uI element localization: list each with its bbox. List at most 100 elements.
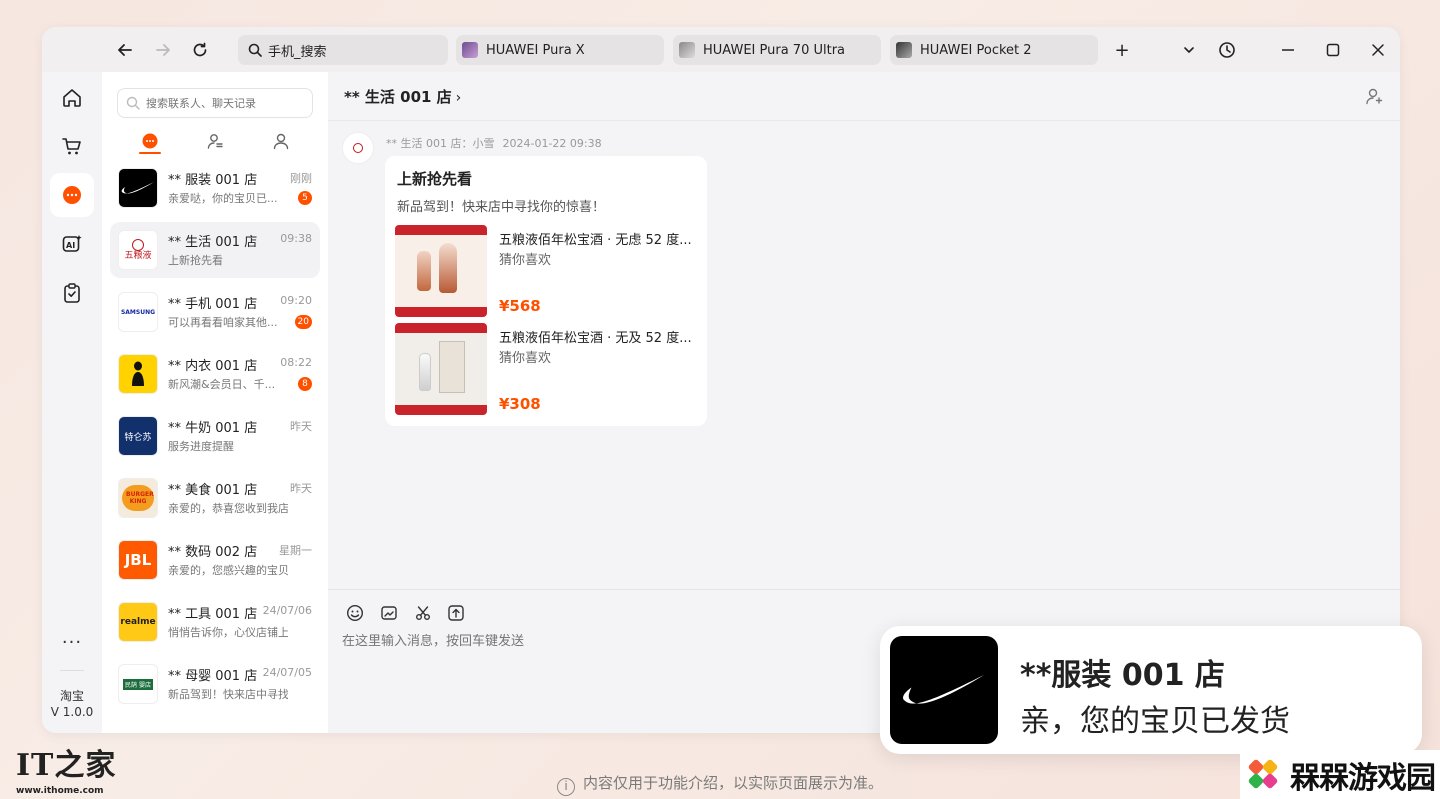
ai-sparkle-icon: AI (62, 235, 82, 252)
image-button[interactable] (378, 602, 400, 624)
brand-figure-icon (132, 361, 144, 386)
tab-pura-x[interactable]: HUAWEI Pura X (456, 35, 664, 65)
history-button[interactable] (1214, 37, 1240, 63)
refresh-button[interactable] (187, 37, 213, 63)
maximize-button[interactable] (1320, 37, 1346, 63)
product-image (395, 323, 487, 415)
brand-logo-text: 五粮液 (124, 251, 152, 261)
notification-toast[interactable]: **服装 001 店 亲，您的宝贝已发货 (880, 626, 1422, 754)
more-icon[interactable]: ··· (42, 632, 102, 653)
brand-logo-text: 特仑苏 (124, 432, 152, 443)
chat-bubble-icon (142, 133, 158, 149)
message-sender: ** 生活 001 店：小雪 (386, 137, 495, 150)
close-button[interactable] (1365, 37, 1391, 63)
minimize-button[interactable] (1275, 37, 1301, 63)
close-icon (1372, 44, 1384, 56)
conversation-item[interactable]: 五粮液 ** 生活 001 店 09:38 上新抢先看 (110, 222, 320, 278)
forward-button[interactable] (150, 37, 176, 63)
emoji-icon (346, 604, 364, 622)
cart-icon (62, 138, 81, 155)
chevron-right-icon: › (455, 90, 462, 106)
product-name: 五粮液佰年松宝酒 · 无及 52 度... (499, 331, 692, 346)
contact-time: 09:38 (280, 232, 312, 245)
arrow-right-icon (156, 44, 170, 56)
active-tab-indicator (139, 152, 161, 154)
tab-label: HUAWEI Pura 70 Ultra (703, 42, 846, 58)
svg-text:AI: AI (66, 241, 75, 250)
product-price: ¥308 (499, 395, 541, 413)
conversation-item[interactable]: ** 内衣 001 店 08:22 新风潮&会员日、千... 8 (110, 346, 320, 402)
sender-avatar (342, 132, 374, 164)
conversation-item[interactable]: 民鹄 婴店 ** 母婴 001 店 24/07/05 新品驾到！快来店中寻找..… (110, 656, 320, 712)
new-tab-button[interactable]: + (1109, 37, 1135, 63)
conversation-item[interactable]: realme ** 工具 001 店 24/07/06 悄悄告诉你，心仪店铺上.… (110, 594, 320, 650)
rail-home[interactable] (50, 76, 94, 120)
rail-messages[interactable] (50, 173, 94, 217)
avatar: BURGER KING (118, 478, 158, 518)
promo-card[interactable]: 上新抢先看 新品驾到！快来店中寻找你的惊喜！ 五粮液佰年松宝酒 · 无虑 52 … (385, 156, 707, 426)
tab-profile[interactable] (268, 128, 294, 154)
contact-preview: 亲爱的，您感兴趣的宝贝... (168, 564, 288, 577)
tab-label: HUAWEI Pocket 2 (920, 42, 1032, 58)
message-input[interactable] (342, 634, 862, 649)
contact-preview: 亲爱哒，你的宝贝已... (168, 192, 278, 205)
list-tabs (102, 128, 328, 156)
contact-preview: 悄悄告诉你，心仪店铺上... (168, 626, 288, 639)
contact-time: 昨天 (290, 482, 312, 495)
app-version: V 1.0.0 (50, 705, 94, 719)
tab-pura-70-ultra[interactable]: HUAWEI Pura 70 Ultra (673, 35, 881, 65)
search-tab[interactable]: 手机_搜索 (238, 35, 448, 65)
minimize-icon (1282, 49, 1294, 51)
add-user-icon (1366, 88, 1383, 105)
tab-contacts[interactable] (202, 128, 228, 154)
game-site-logo-icon (1248, 759, 1278, 788)
card-title: 上新抢先看 (397, 170, 473, 188)
contact-search[interactable] (117, 88, 313, 118)
product-item[interactable]: 五粮液佰年松宝酒 · 无及 52 度... 猜你喜欢 ¥308 (395, 323, 700, 415)
contact-preview: 亲爱的，恭喜您收到我店... (168, 502, 288, 515)
phone-thumbnail-icon (679, 42, 695, 58)
contact-time: 昨天 (290, 420, 312, 433)
contact-time: 24/07/06 (262, 604, 312, 617)
brand-logo-text: SAMSUNG (120, 308, 156, 316)
tab-list-button[interactable] (1176, 37, 1202, 63)
brand-logo-text: realme (120, 617, 156, 627)
contact-name: ** 手机 001 店 (168, 297, 258, 312)
conversation-item[interactable]: 特仑苏 ** 牛奶 001 店 昨天 服务进度提醒 (110, 408, 320, 464)
product-image (395, 225, 487, 317)
chat-title-button[interactable]: ** 生活 001 店 › (344, 86, 461, 107)
upload-file-button[interactable] (445, 602, 467, 624)
rail-cart[interactable] (50, 124, 94, 168)
add-contact-button[interactable] (1362, 84, 1386, 108)
search-tab-label: 手机_搜索 (268, 44, 327, 60)
emoji-button[interactable] (344, 602, 366, 624)
product-name: 五粮液佰年松宝酒 · 无虑 52 度... (499, 233, 692, 248)
tab-label: HUAWEI Pura X (486, 42, 585, 58)
tab-pocket-2[interactable]: HUAWEI Pocket 2 (890, 35, 1098, 65)
screenshot-button[interactable] (412, 602, 434, 624)
conversation-item[interactable]: JBL ** 数码 002 店 星期一 亲爱的，您感兴趣的宝贝... (110, 532, 320, 588)
avatar: 特仑苏 (118, 416, 158, 456)
contact-time: 09:20 (280, 294, 312, 307)
product-item[interactable]: 五粮液佰年松宝酒 · 无虑 52 度... 猜你喜欢 ¥568 (395, 225, 700, 317)
contact-time: 星期一 (279, 544, 312, 557)
info-icon: i (556, 778, 575, 796)
notification-logo (890, 636, 998, 744)
rail-ai[interactable]: AI (50, 222, 94, 266)
contact-name: ** 母婴 001 店 (168, 669, 258, 684)
rail-tasks[interactable] (50, 271, 94, 315)
back-button[interactable] (112, 37, 138, 63)
conversation-item[interactable]: BURGER KING ** 美食 001 店 昨天 亲爱的，恭喜您收到我店..… (110, 470, 320, 526)
contact-search-input[interactable] (146, 96, 306, 110)
conversation-item[interactable]: ** 服装 001 店 刚刚 亲爱哒，你的宝贝已... 5 (110, 160, 320, 216)
chat-title: ** 生活 001 店 (344, 88, 452, 106)
app-name: 淘宝 (59, 689, 84, 703)
scissors-icon (416, 606, 430, 620)
chat-bubble-icon (63, 186, 81, 204)
tab-chats[interactable] (137, 128, 163, 154)
search-icon (126, 96, 140, 110)
notification-body: 亲，您的宝贝已发货 (1020, 704, 1290, 739)
nike-swoosh-icon (903, 675, 984, 704)
conversation-item[interactable]: SAMSUNG ** 手机 001 店 09:20 可以再看看咱家其他... 2… (110, 284, 320, 340)
refresh-icon (193, 42, 207, 57)
